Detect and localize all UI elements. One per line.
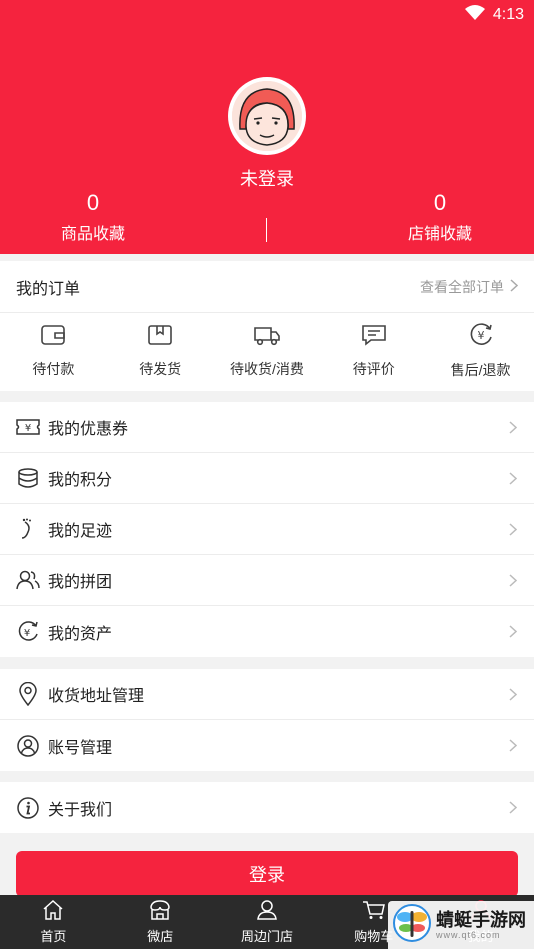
orders-title: 我的订单 — [16, 280, 81, 298]
chevron-right-icon — [508, 470, 518, 486]
tab-home-label: 首页 — [40, 928, 67, 944]
login-button[interactable]: 登录 — [16, 851, 518, 897]
order-after-sales-label: 售后/退款 — [450, 362, 511, 378]
menu-item-footprints-label: 我的足迹 — [48, 523, 113, 540]
order-pending-payment-label: 待付款 — [32, 361, 75, 377]
view-all-orders-label: 查看全部订单 — [420, 278, 504, 295]
chevron-right-icon — [508, 521, 518, 537]
menu-item-about[interactable]: 关于我们 — [0, 782, 534, 833]
dragonfly-logo-icon — [392, 903, 432, 948]
order-pending-review-label: 待评价 — [352, 361, 395, 377]
order-pending-receipt[interactable]: 待收货/消费 — [214, 313, 321, 390]
store-favorites-count: 0 — [433, 190, 447, 215]
menu-item-account-label: 账号管理 — [48, 739, 113, 757]
watermark-text: 蜻蜓手游网 www.qt6.com — [436, 910, 526, 940]
menu-item-address-label: 收货地址管理 — [48, 688, 145, 705]
order-pending-shipment[interactable]: 待发货 — [107, 313, 214, 390]
orders-header[interactable]: 我的订单 查看全部订单 — [0, 261, 534, 313]
nearby-store-icon — [255, 899, 279, 923]
menu-item-points-label: 我的积分 — [48, 472, 113, 489]
order-status-list: 待付款 待发货 待收货/消费 待评价 ¥ 售后/退款 — [0, 313, 534, 390]
info-icon — [16, 796, 40, 820]
comment-icon — [361, 324, 387, 351]
avatar-face-icon — [232, 81, 302, 151]
home-icon — [42, 899, 64, 923]
footprint-icon — [16, 517, 40, 541]
location-icon — [16, 682, 40, 706]
tab-nearby-stores[interactable]: 周边门店 — [214, 895, 321, 949]
tab-micro-shop[interactable]: 微店 — [107, 895, 214, 949]
cart-icon — [362, 900, 386, 923]
menu-item-address[interactable]: 收货地址管理 — [0, 669, 534, 720]
chevron-right-icon — [508, 624, 518, 640]
wifi-icon — [464, 4, 485, 26]
chevron-right-icon — [510, 278, 519, 295]
orders-section: 我的订单 查看全部订单 待付款 待发货 待收货/消费 待评价 ¥ 售后/退款 — [0, 261, 534, 391]
menu-item-coupons[interactable]: ¥ 我的优惠券 — [0, 402, 534, 453]
order-pending-review[interactable]: 待评价 — [320, 313, 427, 390]
truck-icon — [253, 324, 281, 351]
product-favorites[interactable]: 0 商品收藏 — [13, 190, 173, 244]
menu-item-points[interactable]: 我的积分 — [0, 453, 534, 504]
watermark: 蜻蜓手游网 www.qt6.com — [388, 901, 534, 949]
wallet-icon — [40, 324, 66, 351]
menu-item-account[interactable]: 账号管理 — [0, 720, 534, 771]
order-after-sales[interactable]: ¥ 售后/退款 — [427, 313, 534, 390]
chevron-right-icon — [508, 419, 518, 435]
stats-divider — [266, 218, 267, 242]
menu-group-account: ¥ 我的优惠券 我的积分 我的足迹 我的拼团 ¥ 我的资产 — [0, 402, 534, 657]
chevron-right-icon — [508, 572, 518, 588]
profile-header: 4:13 未登录 0 商品收藏 0 店铺收藏 — [0, 0, 534, 254]
menu-item-footprints[interactable]: 我的足迹 — [0, 504, 534, 555]
order-pending-payment[interactable]: 待付款 — [0, 313, 107, 390]
status-time: 4:13 — [492, 6, 524, 23]
order-pending-shipment-label: 待发货 — [139, 361, 182, 377]
menu-item-about-label: 关于我们 — [48, 801, 113, 819]
svg-text:¥: ¥ — [24, 628, 30, 639]
menu-item-assets[interactable]: ¥ 我的资产 — [0, 606, 534, 657]
view-all-orders-link[interactable]: 查看全部订单 — [420, 277, 519, 297]
menu-item-coupons-label: 我的优惠券 — [48, 421, 129, 438]
watermark-title: 蜻蜓手游网 — [436, 910, 526, 930]
menu-item-assets-label: 我的资产 — [48, 625, 113, 643]
status-bar: 4:13 — [464, 4, 524, 26]
tab-micro-shop-label: 微店 — [147, 928, 174, 944]
watermark-url: www.qt6.com — [436, 930, 501, 940]
menu-group-about: 关于我们 — [0, 782, 534, 833]
svg-text:¥: ¥ — [477, 329, 484, 342]
menu-item-group-buy-label: 我的拼团 — [48, 574, 113, 591]
product-favorites-label: 商品收藏 — [60, 226, 125, 243]
chevron-right-icon — [508, 686, 518, 702]
refund-icon: ¥ — [468, 323, 494, 352]
tab-nearby-stores-label: 周边门店 — [240, 928, 293, 944]
svg-text:¥: ¥ — [25, 423, 31, 434]
account-icon — [16, 734, 40, 758]
tab-home[interactable]: 首页 — [0, 895, 107, 949]
store-favorites-label: 店铺收藏 — [407, 226, 472, 243]
chevron-right-icon — [508, 800, 518, 816]
store-favorites[interactable]: 0 店铺收藏 — [360, 190, 520, 244]
avatar[interactable] — [228, 77, 306, 155]
product-favorites-count: 0 — [86, 190, 100, 215]
chevron-right-icon — [508, 738, 518, 754]
shop-icon — [149, 899, 171, 923]
coins-icon — [16, 466, 40, 490]
menu-item-group-buy[interactable]: 我的拼团 — [0, 555, 534, 606]
menu-group-settings: 收货地址管理 账号管理 — [0, 669, 534, 771]
package-icon — [147, 324, 173, 351]
group-icon — [16, 568, 40, 592]
coupon-icon: ¥ — [16, 415, 40, 439]
order-pending-receipt-label: 待收货/消费 — [230, 361, 304, 377]
assets-icon: ¥ — [16, 620, 40, 644]
login-status[interactable]: 未登录 — [0, 165, 534, 191]
